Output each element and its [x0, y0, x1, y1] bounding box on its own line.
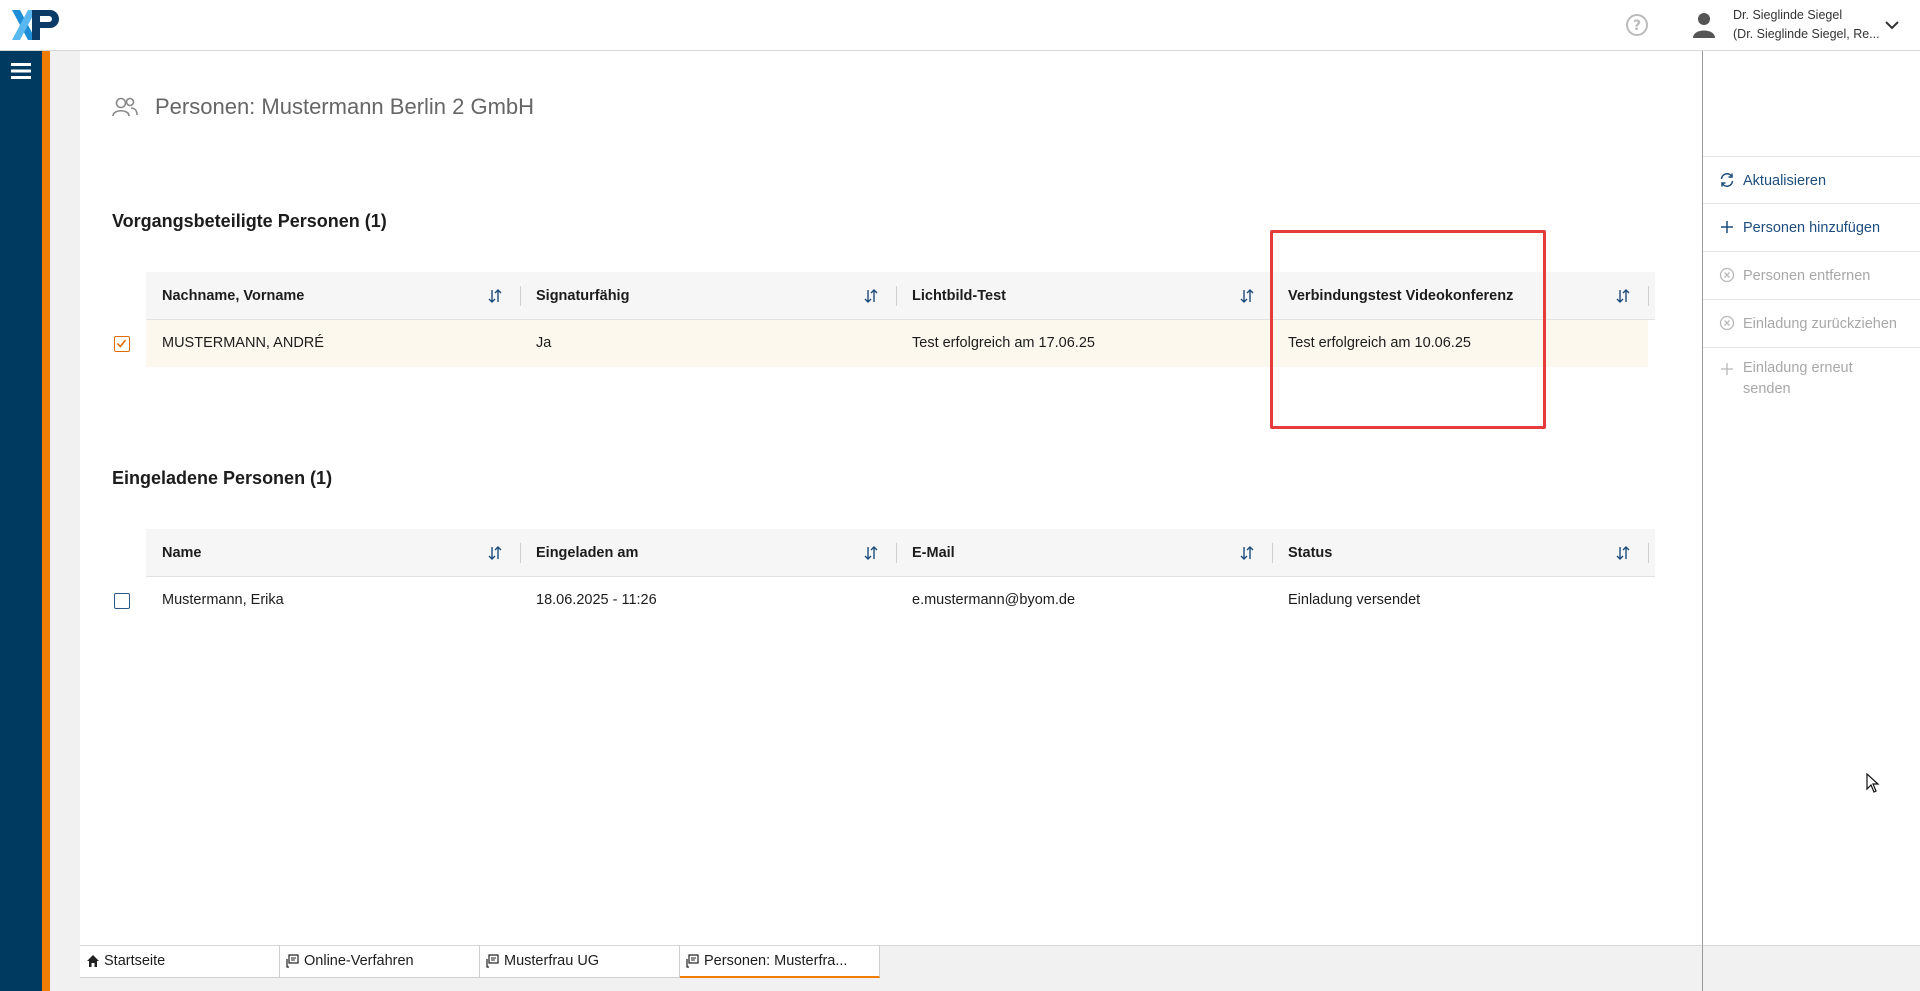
sort-icon[interactable] — [1240, 287, 1254, 305]
document-icon — [686, 954, 699, 968]
cell-invited-at: 18.06.2025 - 11:26 — [536, 592, 657, 608]
cell-name: MUSTERMANN, ANDRÉ — [162, 335, 324, 351]
hamburger-menu-icon[interactable] — [11, 62, 31, 80]
document-icon — [286, 954, 299, 968]
cell-photo-test: Test erfolgreich am 17.06.25 — [912, 335, 1095, 351]
withdraw-invitation-button[interactable]: Einladung zurückziehen — [1703, 300, 1920, 348]
top-header: ? Dr. Sieglinde Siegel (Dr. Sieglinde Si… — [0, 0, 1920, 51]
sort-icon[interactable] — [488, 544, 502, 562]
tab-startseite[interactable]: Startseite — [80, 946, 280, 978]
column-header-invited-at[interactable]: Eingeladen am — [536, 529, 638, 577]
column-header-name[interactable]: Nachname, Vorname — [162, 272, 304, 320]
row-checkbox[interactable] — [114, 336, 130, 352]
refresh-button[interactable]: Aktualisieren — [1703, 156, 1920, 204]
table-row[interactable]: Mustermann, Erika 18.06.2025 - 11:26 e.m… — [146, 577, 1648, 624]
column-header-email[interactable]: E-Mail — [912, 529, 955, 577]
column-separator[interactable] — [1272, 543, 1273, 563]
plus-icon — [1721, 363, 1733, 375]
user-name[interactable]: Dr. Sieglinde Siegel — [1733, 8, 1842, 22]
help-icon[interactable]: ? — [1625, 13, 1649, 37]
sort-icon[interactable] — [488, 287, 502, 305]
checkmark-icon — [116, 339, 127, 348]
remove-persons-button[interactable]: Personen entfernen — [1703, 252, 1920, 300]
left-accent-bar — [42, 51, 50, 991]
plus-icon — [1721, 221, 1733, 233]
column-separator[interactable] — [1648, 286, 1649, 306]
tab-online-verfahren[interactable]: Online-Verfahren — [280, 946, 480, 978]
chevron-down-icon[interactable] — [1884, 17, 1900, 33]
user-role[interactable]: (Dr. Sieglinde Siegel, Re... — [1733, 27, 1880, 41]
left-gutter — [50, 51, 80, 991]
column-separator[interactable] — [896, 286, 897, 306]
sort-icon[interactable] — [1616, 287, 1630, 305]
sort-icon[interactable] — [1240, 544, 1254, 562]
add-persons-button[interactable]: Personen hinzufügen — [1703, 204, 1920, 252]
svg-text:?: ? — [1633, 18, 1641, 34]
refresh-icon — [1720, 173, 1734, 187]
action-panel: Aktualisieren Personen hinzufügen Person… — [1702, 51, 1920, 945]
row-checkbox[interactable] — [114, 593, 130, 609]
column-header-signature[interactable]: Signaturfähig — [536, 272, 629, 320]
circle-x-icon — [1719, 267, 1735, 283]
section-title-participants: Vorgangsbeteiligte Personen (1) — [112, 211, 387, 231]
user-icon[interactable] — [1692, 12, 1716, 38]
table-header: Name Eingeladen am E-Mail Status — [146, 529, 1655, 577]
cell-signature: Ja — [536, 335, 552, 351]
column-header-name[interactable]: Name — [162, 529, 202, 577]
column-header-photo-test[interactable]: Lichtbild-Test — [912, 272, 1006, 320]
main-content — [80, 51, 1702, 945]
circle-x-icon — [1719, 315, 1735, 331]
bottom-bar-right — [1702, 945, 1920, 991]
column-separator[interactable] — [1648, 543, 1649, 563]
document-icon — [486, 954, 499, 968]
cell-status: Einladung versendet — [1288, 592, 1421, 608]
sort-icon[interactable] — [1616, 544, 1630, 562]
page-title: Personen: Mustermann Berlin 2 GmbH — [155, 94, 535, 119]
people-icon — [112, 97, 138, 117]
tab-musterfrau-ug[interactable]: Musterfrau UG — [480, 946, 680, 978]
home-icon — [87, 955, 99, 967]
sort-icon[interactable] — [864, 287, 878, 305]
resend-invitation-button[interactable]: Einladung erneut senden — [1703, 348, 1920, 404]
cell-name: Mustermann, Erika — [162, 592, 284, 608]
highlight-annotation-box — [1270, 230, 1546, 429]
left-navigation-rail — [0, 51, 42, 991]
cell-email: e.mustermann@byom.de — [912, 592, 1076, 608]
column-separator[interactable] — [896, 543, 897, 563]
xnp-logo[interactable] — [10, 8, 62, 42]
tab-personen[interactable]: Personen: Musterfra... — [680, 946, 880, 978]
bottom-tab-bar: Startseite Online-Verfahren Musterfrau U… — [80, 945, 1702, 991]
invited-table: Name Eingeladen am E-Mail Status Musterm… — [146, 529, 1655, 624]
sort-icon[interactable] — [864, 544, 878, 562]
column-header-status[interactable]: Status — [1288, 529, 1332, 577]
section-title-invited: Eingeladene Personen (1) — [112, 468, 333, 488]
column-separator[interactable] — [520, 286, 521, 306]
column-separator[interactable] — [520, 543, 521, 563]
mouse-cursor-icon — [1866, 773, 1880, 793]
